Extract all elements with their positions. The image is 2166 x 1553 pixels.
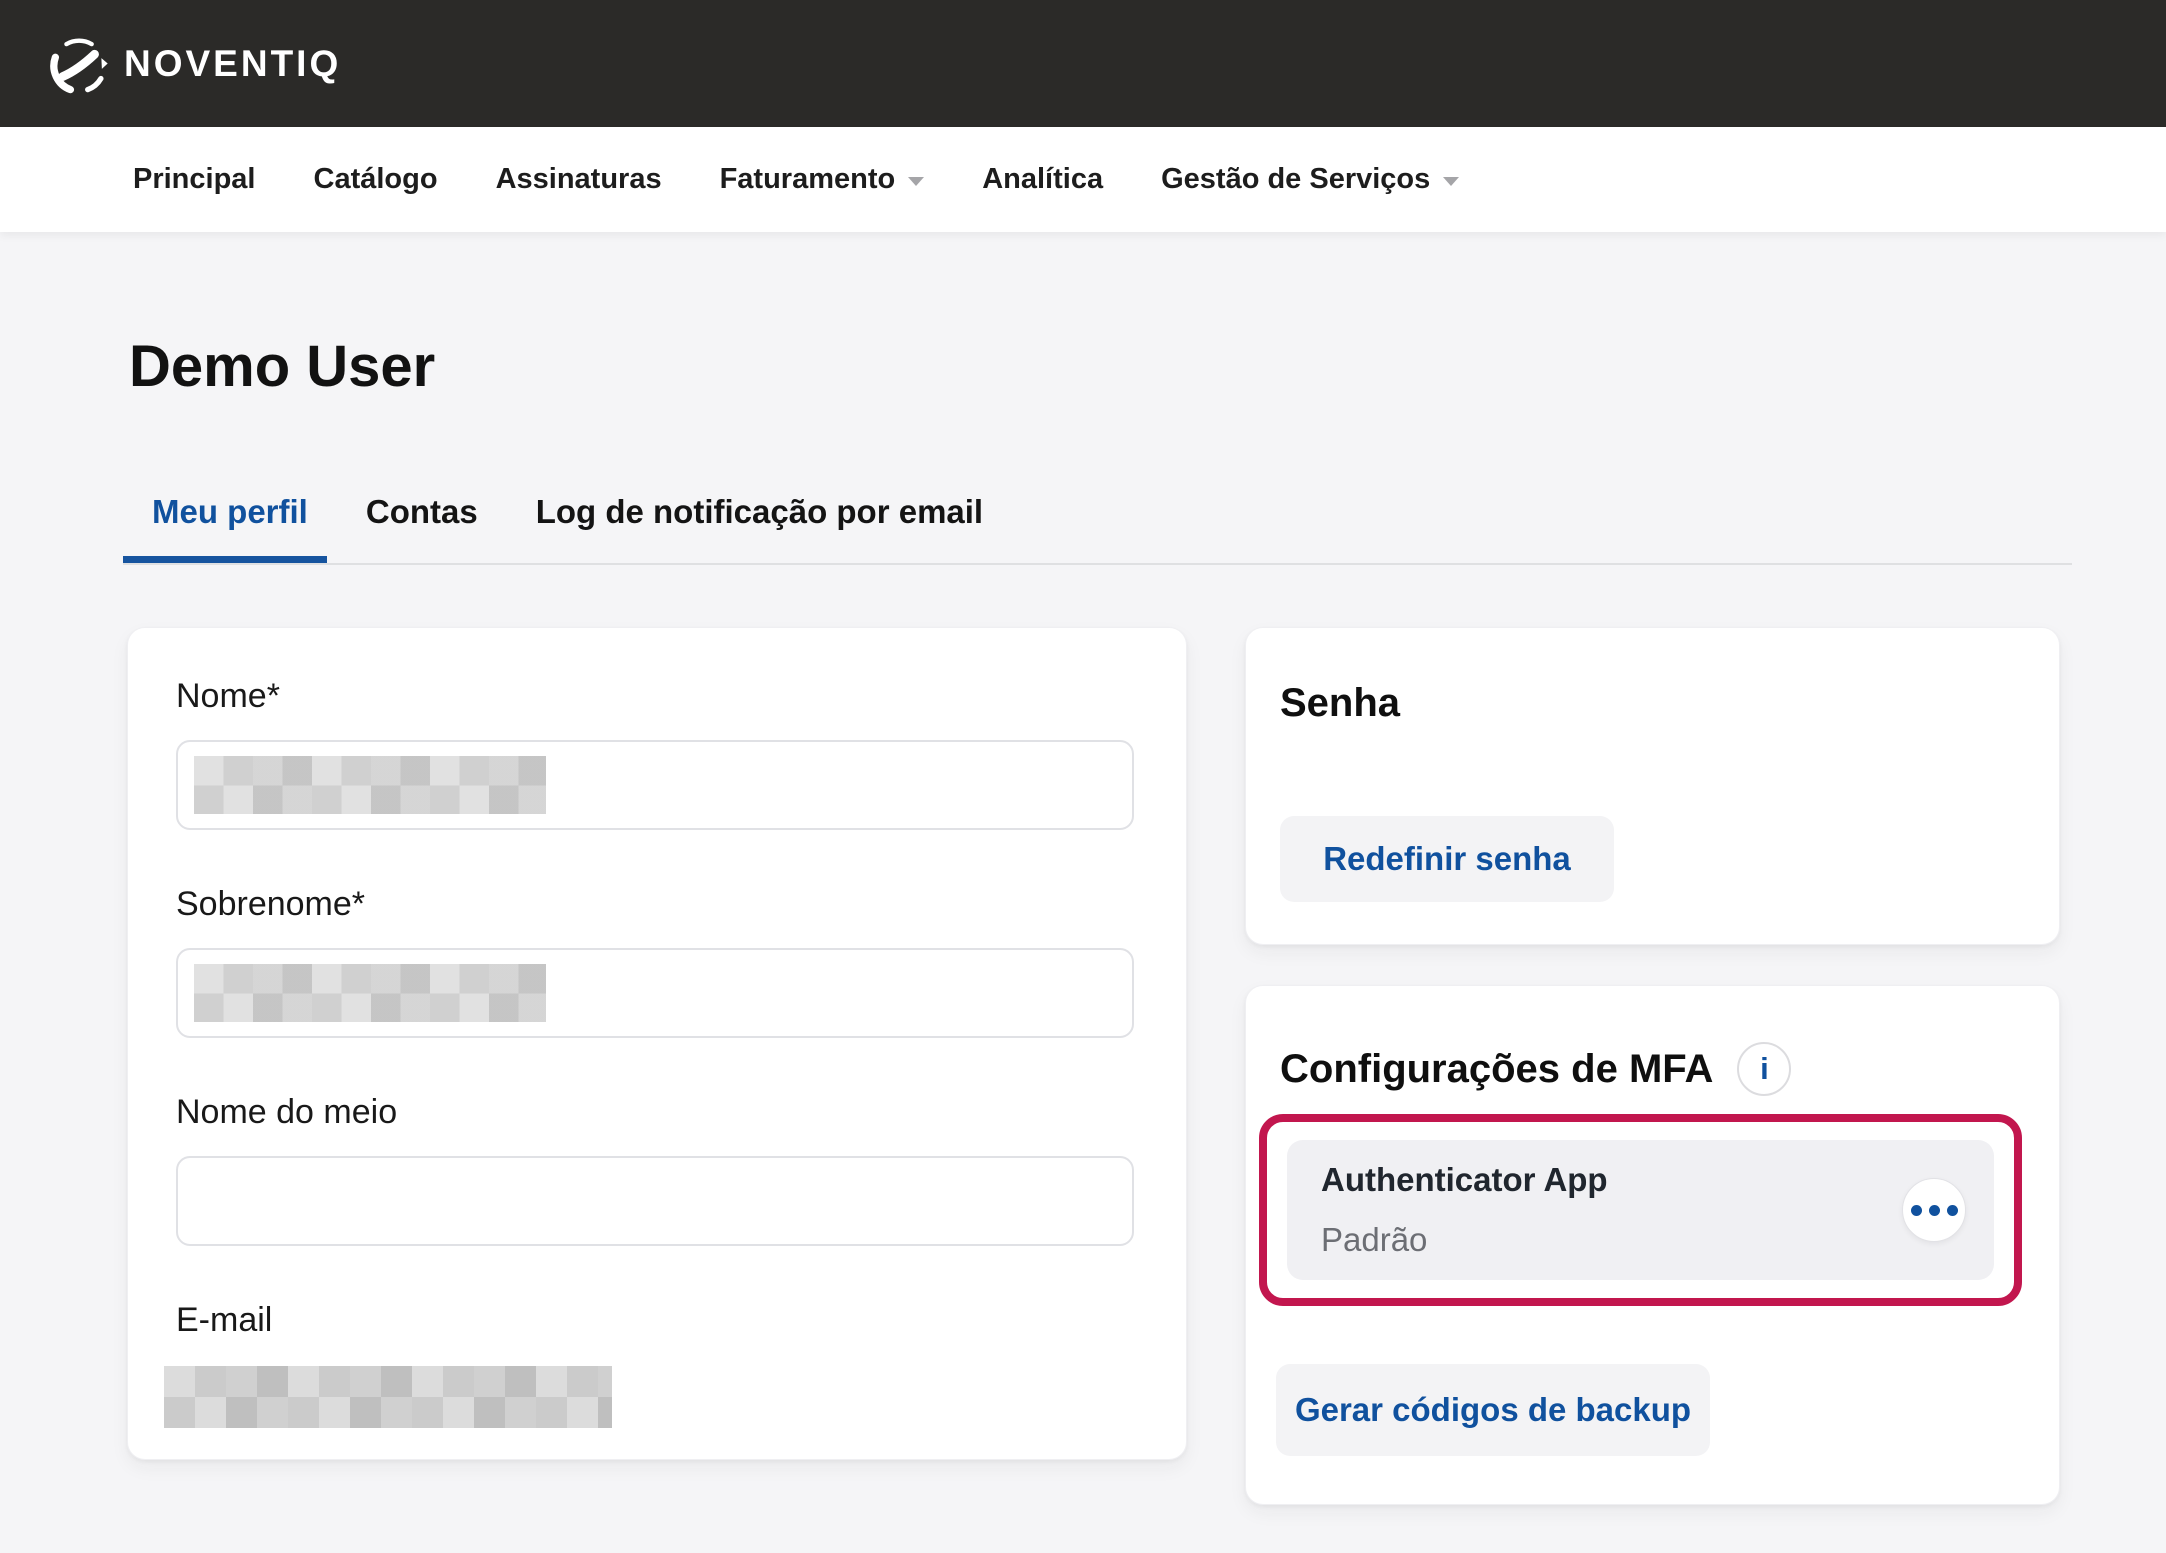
password-card-title: Senha bbox=[1280, 680, 2059, 726]
noventiq-logo[interactable]: NOVENTIQ bbox=[48, 31, 341, 97]
field-nome-do-meio: Nome do meio bbox=[176, 1092, 1138, 1246]
mfa-method-text: Authenticator App Padrão bbox=[1321, 1160, 1608, 1260]
nav-item-label: Principal bbox=[133, 163, 256, 196]
profile-page: NOVENTIQ Principal Catálogo Assinaturas … bbox=[0, 0, 2166, 1553]
nav-item-label: Gestão de Serviços bbox=[1161, 163, 1430, 196]
field-email: E-mail bbox=[176, 1300, 1138, 1428]
nav-item-label: Assinaturas bbox=[496, 163, 662, 196]
ellipsis-icon bbox=[1929, 1205, 1940, 1216]
nav-item-analitica[interactable]: Analítica bbox=[982, 163, 1103, 196]
field-label-nome-do-meio: Nome do meio bbox=[176, 1092, 1138, 1132]
ellipsis-icon bbox=[1947, 1205, 1958, 1216]
password-card: Senha Redefinir senha bbox=[1245, 627, 2060, 945]
mfa-method-status: Padrão bbox=[1321, 1220, 1608, 1260]
field-sobrenome: Sobrenome* bbox=[176, 884, 1138, 1038]
nome-do-meio-input[interactable] bbox=[176, 1156, 1134, 1246]
sobrenome-input[interactable] bbox=[176, 948, 1134, 1038]
nav-item-assinaturas[interactable]: Assinaturas bbox=[496, 163, 662, 196]
nome-input[interactable] bbox=[176, 740, 1134, 830]
nav-item-principal[interactable]: Principal bbox=[133, 163, 256, 196]
mfa-method-item: Authenticator App Padrão bbox=[1287, 1140, 1994, 1280]
mfa-method-name: Authenticator App bbox=[1321, 1160, 1608, 1200]
nav-item-label: Catálogo bbox=[314, 163, 438, 196]
mfa-card-header: Configurações de MFA i bbox=[1280, 1042, 2059, 1096]
noventiq-logo-icon bbox=[48, 31, 114, 97]
tab-bar: Meu perfil Contas Log de notificação por… bbox=[123, 490, 1012, 534]
redacted-value bbox=[194, 756, 546, 814]
nav-item-faturamento[interactable]: Faturamento bbox=[720, 163, 925, 196]
nav-item-label: Faturamento bbox=[720, 163, 896, 196]
field-label-nome: Nome* bbox=[176, 676, 1138, 716]
mfa-card-title: Configurações de MFA bbox=[1280, 1046, 1713, 1092]
tab-meu-perfil[interactable]: Meu perfil bbox=[123, 490, 337, 534]
tab-log-notificacao-email[interactable]: Log de notificação por email bbox=[507, 490, 1012, 534]
redacted-value bbox=[194, 964, 546, 1022]
page-title: Demo User bbox=[129, 335, 435, 399]
profile-card: Nome* Sobrenome* Nome do meio E-mail bbox=[127, 627, 1187, 1460]
nav-item-label: Analítica bbox=[982, 163, 1103, 196]
nav-item-gestao-de-servicos[interactable]: Gestão de Serviços bbox=[1161, 163, 1459, 196]
nav-item-catalogo[interactable]: Catálogo bbox=[314, 163, 438, 196]
reset-password-button[interactable]: Redefinir senha bbox=[1280, 816, 1614, 902]
tab-divider bbox=[123, 563, 2072, 565]
generate-backup-codes-button[interactable]: Gerar códigos de backup bbox=[1276, 1364, 1710, 1456]
logo-wordmark: NOVENTIQ bbox=[124, 43, 341, 85]
chevron-down-icon bbox=[1443, 177, 1459, 186]
mfa-method-menu-button[interactable] bbox=[1902, 1178, 1966, 1242]
mfa-card: Configurações de MFA i Authenticator App… bbox=[1245, 985, 2060, 1505]
mfa-method-highlight-annotation: Authenticator App Padrão bbox=[1259, 1114, 2022, 1306]
app-header: NOVENTIQ bbox=[0, 0, 2166, 127]
info-icon[interactable]: i bbox=[1737, 1042, 1791, 1096]
field-label-email: E-mail bbox=[176, 1300, 1138, 1340]
active-tab-indicator bbox=[123, 556, 327, 563]
chevron-down-icon bbox=[908, 177, 924, 186]
ellipsis-icon bbox=[1911, 1205, 1922, 1216]
redacted-email-value bbox=[164, 1366, 612, 1428]
main-nav: Principal Catálogo Assinaturas Faturamen… bbox=[0, 127, 2166, 232]
field-nome: Nome* bbox=[176, 676, 1138, 830]
tab-contas[interactable]: Contas bbox=[337, 490, 507, 534]
field-label-sobrenome: Sobrenome* bbox=[176, 884, 1138, 924]
